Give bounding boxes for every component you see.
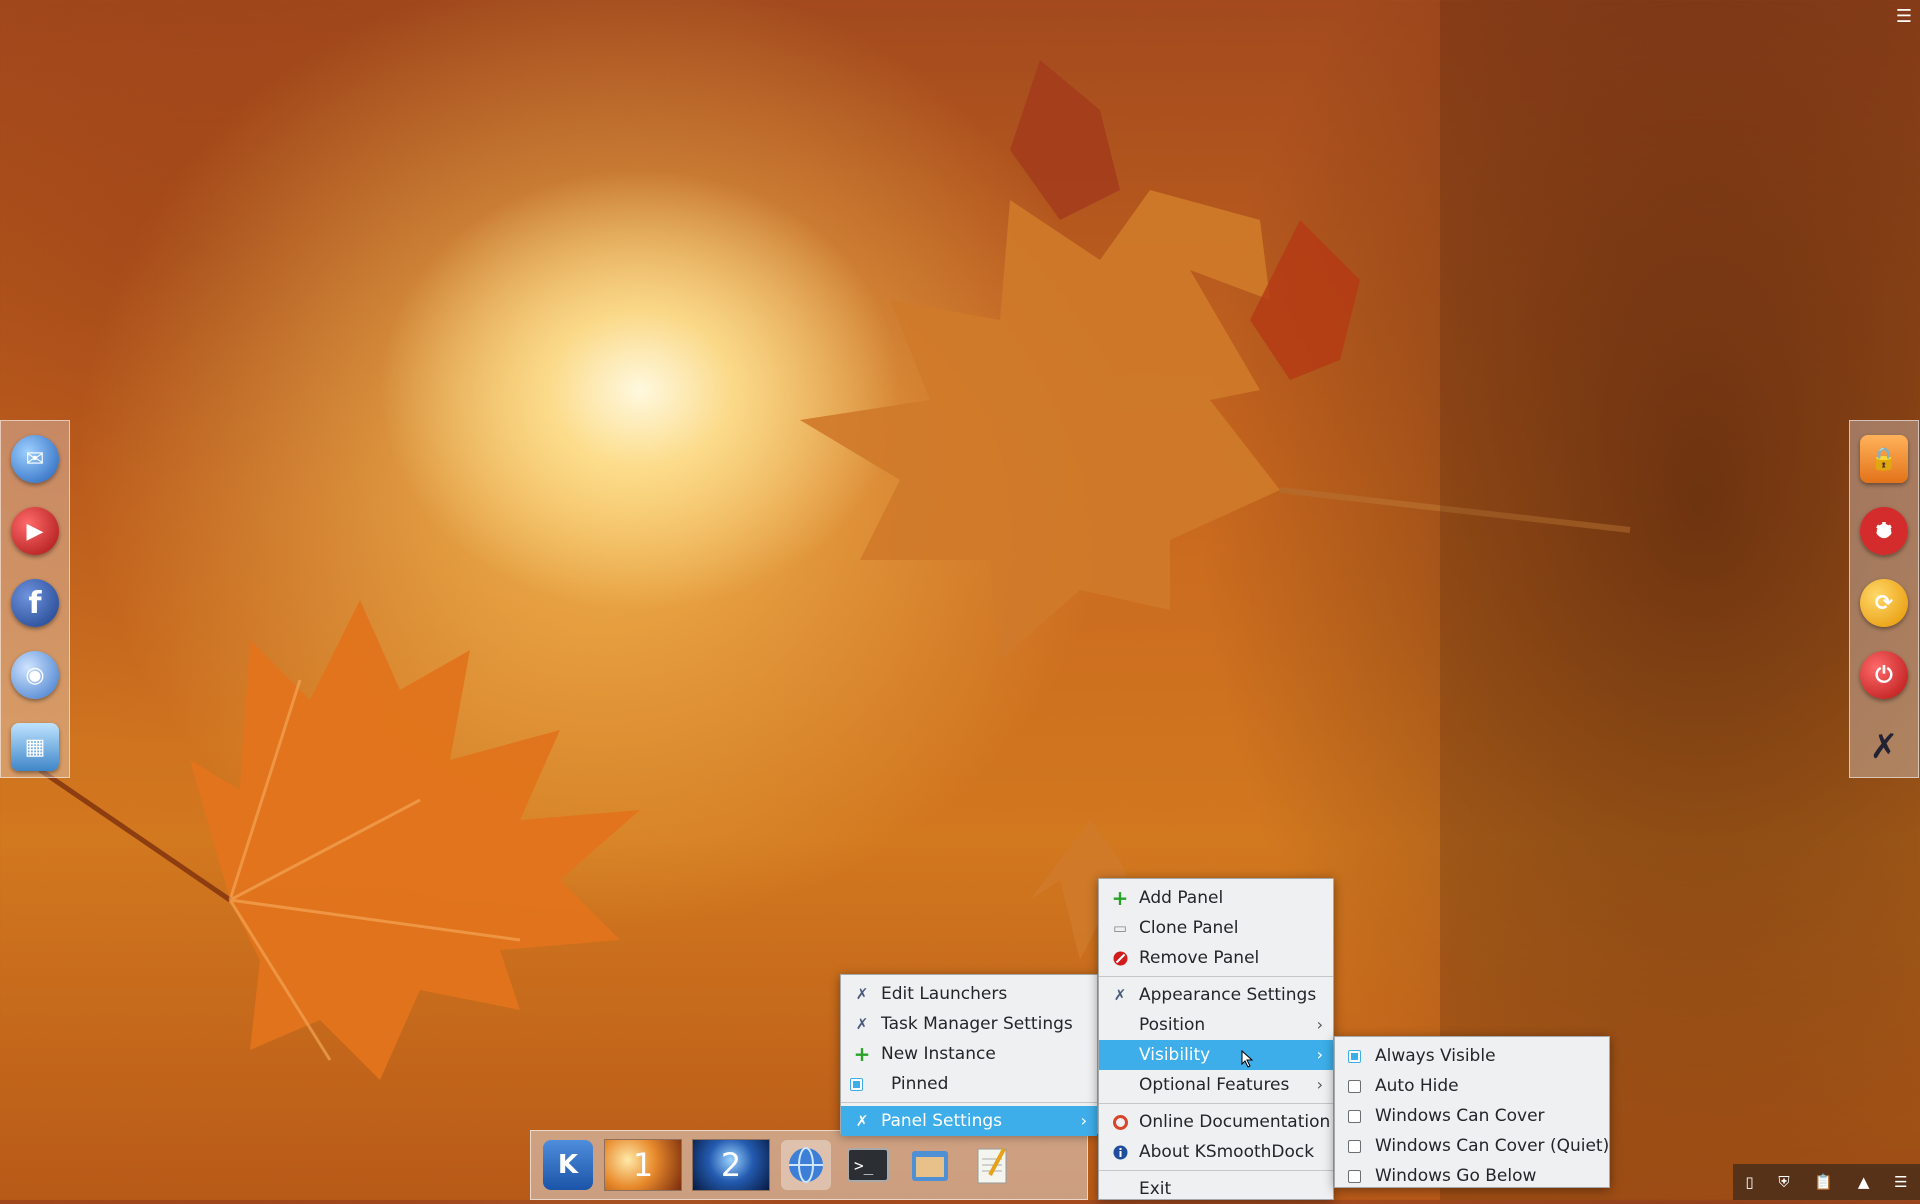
menu-item-label: Add Panel <box>1139 888 1224 908</box>
menu-item-label: Edit Launchers <box>881 984 1008 1004</box>
tools-icon: ✗ <box>855 1112 869 1130</box>
menu-item-about[interactable]: About KSmoothDock <box>1099 1137 1333 1167</box>
menu-item-auto-hide[interactable]: Auto Hide <box>1335 1071 1609 1101</box>
menu-item-appearance-settings[interactable]: ✗ Appearance Settings <box>1099 980 1333 1010</box>
settings-tools-icon[interactable]: ✗ <box>1860 723 1908 771</box>
menu-item-label: Position <box>1139 1015 1206 1035</box>
menu-item-windows-go-below[interactable]: Windows Go Below <box>1335 1161 1609 1191</box>
usb-drive-icon[interactable]: ▯ <box>1745 1173 1753 1191</box>
help-icon <box>1112 1114 1128 1130</box>
desktop-switch-1[interactable]: 1 <box>605 1139 681 1191</box>
menu-item-label: Visibility <box>1139 1045 1211 1065</box>
power-icon[interactable]: ⏻ <box>1860 651 1908 699</box>
menu-item-label: Exit <box>1139 1179 1172 1199</box>
tools-icon: ✗ <box>855 985 869 1003</box>
clipboard-icon[interactable]: 📋 <box>1814 1173 1833 1191</box>
chevron-right-icon: › <box>1080 1111 1087 1130</box>
task-context-menu: ✗ Edit Launchers ✗ Task Manager Settings… <box>840 974 1098 1136</box>
menu-separator <box>1099 976 1333 977</box>
menu-item-label: Pinned <box>891 1074 949 1094</box>
refresh-icon[interactable]: ⟳ <box>1860 579 1908 627</box>
text-editor-icon[interactable] <box>967 1140 1017 1190</box>
lifesaver-icon[interactable]: ✱ <box>1860 507 1908 555</box>
menu-item-position[interactable]: Position › <box>1099 1010 1333 1040</box>
menu-item-label: Remove Panel <box>1139 948 1260 968</box>
menu-item-label: New Instance <box>881 1044 996 1064</box>
remove-icon <box>1112 950 1128 966</box>
menu-item-label: Panel Settings <box>881 1111 1002 1131</box>
lock-icon[interactable]: 🔒 <box>1860 435 1908 483</box>
menu-item-add-panel[interactable]: + Add Panel <box>1099 883 1333 913</box>
terminal-icon[interactable]: >_ <box>843 1140 893 1190</box>
checkbox-checked[interactable] <box>1346 1048 1362 1064</box>
plus-icon: + <box>1111 886 1129 910</box>
chevron-right-icon: › <box>1316 1015 1323 1034</box>
menu-separator <box>1099 1170 1333 1171</box>
checkbox-unchecked[interactable] <box>1346 1078 1362 1094</box>
pinned-checkbox[interactable] <box>848 1076 864 1092</box>
system-tray: ▯ ⛨ 📋 ▲ ☰ <box>1733 1164 1920 1200</box>
desktop-1-label: 1 <box>605 1140 681 1190</box>
mail-globe-icon[interactable]: ✉ <box>11 435 59 483</box>
chevron-right-icon: › <box>1316 1075 1323 1094</box>
menu-item-label: Windows Go Below <box>1375 1166 1537 1186</box>
visibility-menu: Always Visible Auto Hide Windows Can Cov… <box>1334 1036 1610 1188</box>
menu-item-clone-panel[interactable]: ▭ Clone Panel <box>1099 913 1333 943</box>
plus-icon: + <box>853 1042 871 1066</box>
menu-separator <box>841 1102 1097 1103</box>
menu-item-online-documentation[interactable]: Online Documentation <box>1099 1107 1333 1137</box>
menu-item-label: Windows Can Cover <box>1375 1106 1545 1126</box>
tray-menu-icon[interactable]: ☰ <box>1894 1173 1907 1191</box>
document-icon: ▭ <box>1112 919 1128 937</box>
chevron-right-icon: › <box>1316 1045 1323 1064</box>
desktop-switch-2[interactable]: 2 <box>693 1139 769 1191</box>
mouse-pointer-icon <box>1241 1050 1254 1068</box>
youtube-icon[interactable]: ▶ <box>11 507 59 555</box>
menu-item-label: Windows Can Cover (Quiet) <box>1375 1136 1610 1156</box>
network-globe-icon[interactable]: ◉ <box>11 651 59 699</box>
menu-item-panel-settings[interactable]: ✗ Panel Settings › <box>841 1106 1097 1136</box>
large-maple-leaf <box>38 600 640 1080</box>
menu-separator <box>1099 1103 1333 1104</box>
menu-item-pinned[interactable]: Pinned <box>841 1069 1097 1099</box>
menu-item-label: Always Visible <box>1375 1046 1496 1066</box>
menu-item-label: Online Documentation <box>1139 1112 1331 1132</box>
info-icon <box>1112 1144 1128 1160</box>
menu-item-task-manager-settings[interactable]: ✗ Task Manager Settings <box>841 1009 1097 1039</box>
menu-item-label: Optional Features <box>1139 1075 1290 1095</box>
checkbox-unchecked[interactable] <box>1346 1108 1362 1124</box>
menu-item-edit-launchers[interactable]: ✗ Edit Launchers <box>841 979 1097 1009</box>
desktop-2-label: 2 <box>693 1140 769 1190</box>
hamburger-icon[interactable]: ☰ <box>1896 6 1912 27</box>
browser-globe-icon[interactable] <box>781 1140 831 1190</box>
menu-item-label: Clone Panel <box>1139 918 1239 938</box>
menu-item-visibility[interactable]: Visibility › <box>1099 1040 1333 1070</box>
left-dock: ✉ ▶ f ◉ ▦ <box>0 420 70 778</box>
panel-settings-menu: + Add Panel ▭ Clone Panel Remove Panel ✗… <box>1098 878 1334 1200</box>
right-dock: 🔒 ✱ ⟳ ⏻ ✗ <box>1849 420 1919 778</box>
menu-item-label: Auto Hide <box>1375 1076 1459 1096</box>
menu-item-remove-panel[interactable]: Remove Panel <box>1099 943 1333 973</box>
tools-icon: ✗ <box>1113 986 1127 1004</box>
menu-item-optional-features[interactable]: Optional Features › <box>1099 1070 1333 1100</box>
menu-item-windows-can-cover-quiet[interactable]: Windows Can Cover (Quiet) <box>1335 1131 1609 1161</box>
taskbar: K 1 2 >_ <box>530 1130 1088 1200</box>
svg-text:>_: >_ <box>854 1156 874 1175</box>
file-manager-icon[interactable] <box>905 1140 955 1190</box>
menu-item-label: About KSmoothDock <box>1139 1142 1315 1162</box>
shield-icon[interactable]: ⛨ <box>1778 1173 1789 1191</box>
checkbox-unchecked[interactable] <box>1346 1138 1362 1154</box>
facebook-icon[interactable]: f <box>11 579 59 627</box>
kde-icon: K <box>543 1140 593 1190</box>
tools-icon: ✗ <box>855 1015 869 1033</box>
photo-gallery-icon[interactable]: ▦ <box>11 723 59 771</box>
kde-menu-button[interactable]: K <box>543 1139 593 1191</box>
menu-item-new-instance[interactable]: + New Instance <box>841 1039 1097 1069</box>
menu-item-windows-can-cover[interactable]: Windows Can Cover <box>1335 1101 1609 1131</box>
checkbox-unchecked[interactable] <box>1346 1168 1362 1184</box>
expand-arrow-icon[interactable]: ▲ <box>1858 1173 1870 1191</box>
menu-item-label: Task Manager Settings <box>881 1014 1073 1034</box>
menu-item-label: Appearance Settings <box>1139 985 1317 1005</box>
menu-item-always-visible[interactable]: Always Visible <box>1335 1041 1609 1071</box>
